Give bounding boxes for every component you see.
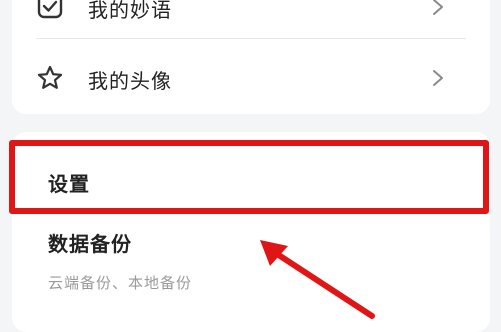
data-backup-subtitle: 云端备份、本地备份: [48, 274, 193, 292]
annotation-arrow: [260, 240, 375, 319]
menu-item-my-avatar[interactable]: 我的头像: [12, 50, 490, 106]
menu-card: 我的妙语 我的头像: [12, 0, 490, 114]
chevron-right-icon: [433, 70, 443, 86]
star-icon: [37, 65, 63, 89]
chevron-right-icon: [433, 0, 443, 15]
check-box-icon: [37, 0, 63, 19]
divider: [36, 38, 466, 39]
menu-item-label: 我的妙语: [88, 0, 172, 22]
menu-item-my-quotes[interactable]: 我的妙语: [12, 0, 490, 42]
menu-item-label: 我的头像: [88, 69, 172, 93]
data-backup-title: 数据备份: [48, 232, 132, 256]
highlight-box: [9, 140, 489, 214]
